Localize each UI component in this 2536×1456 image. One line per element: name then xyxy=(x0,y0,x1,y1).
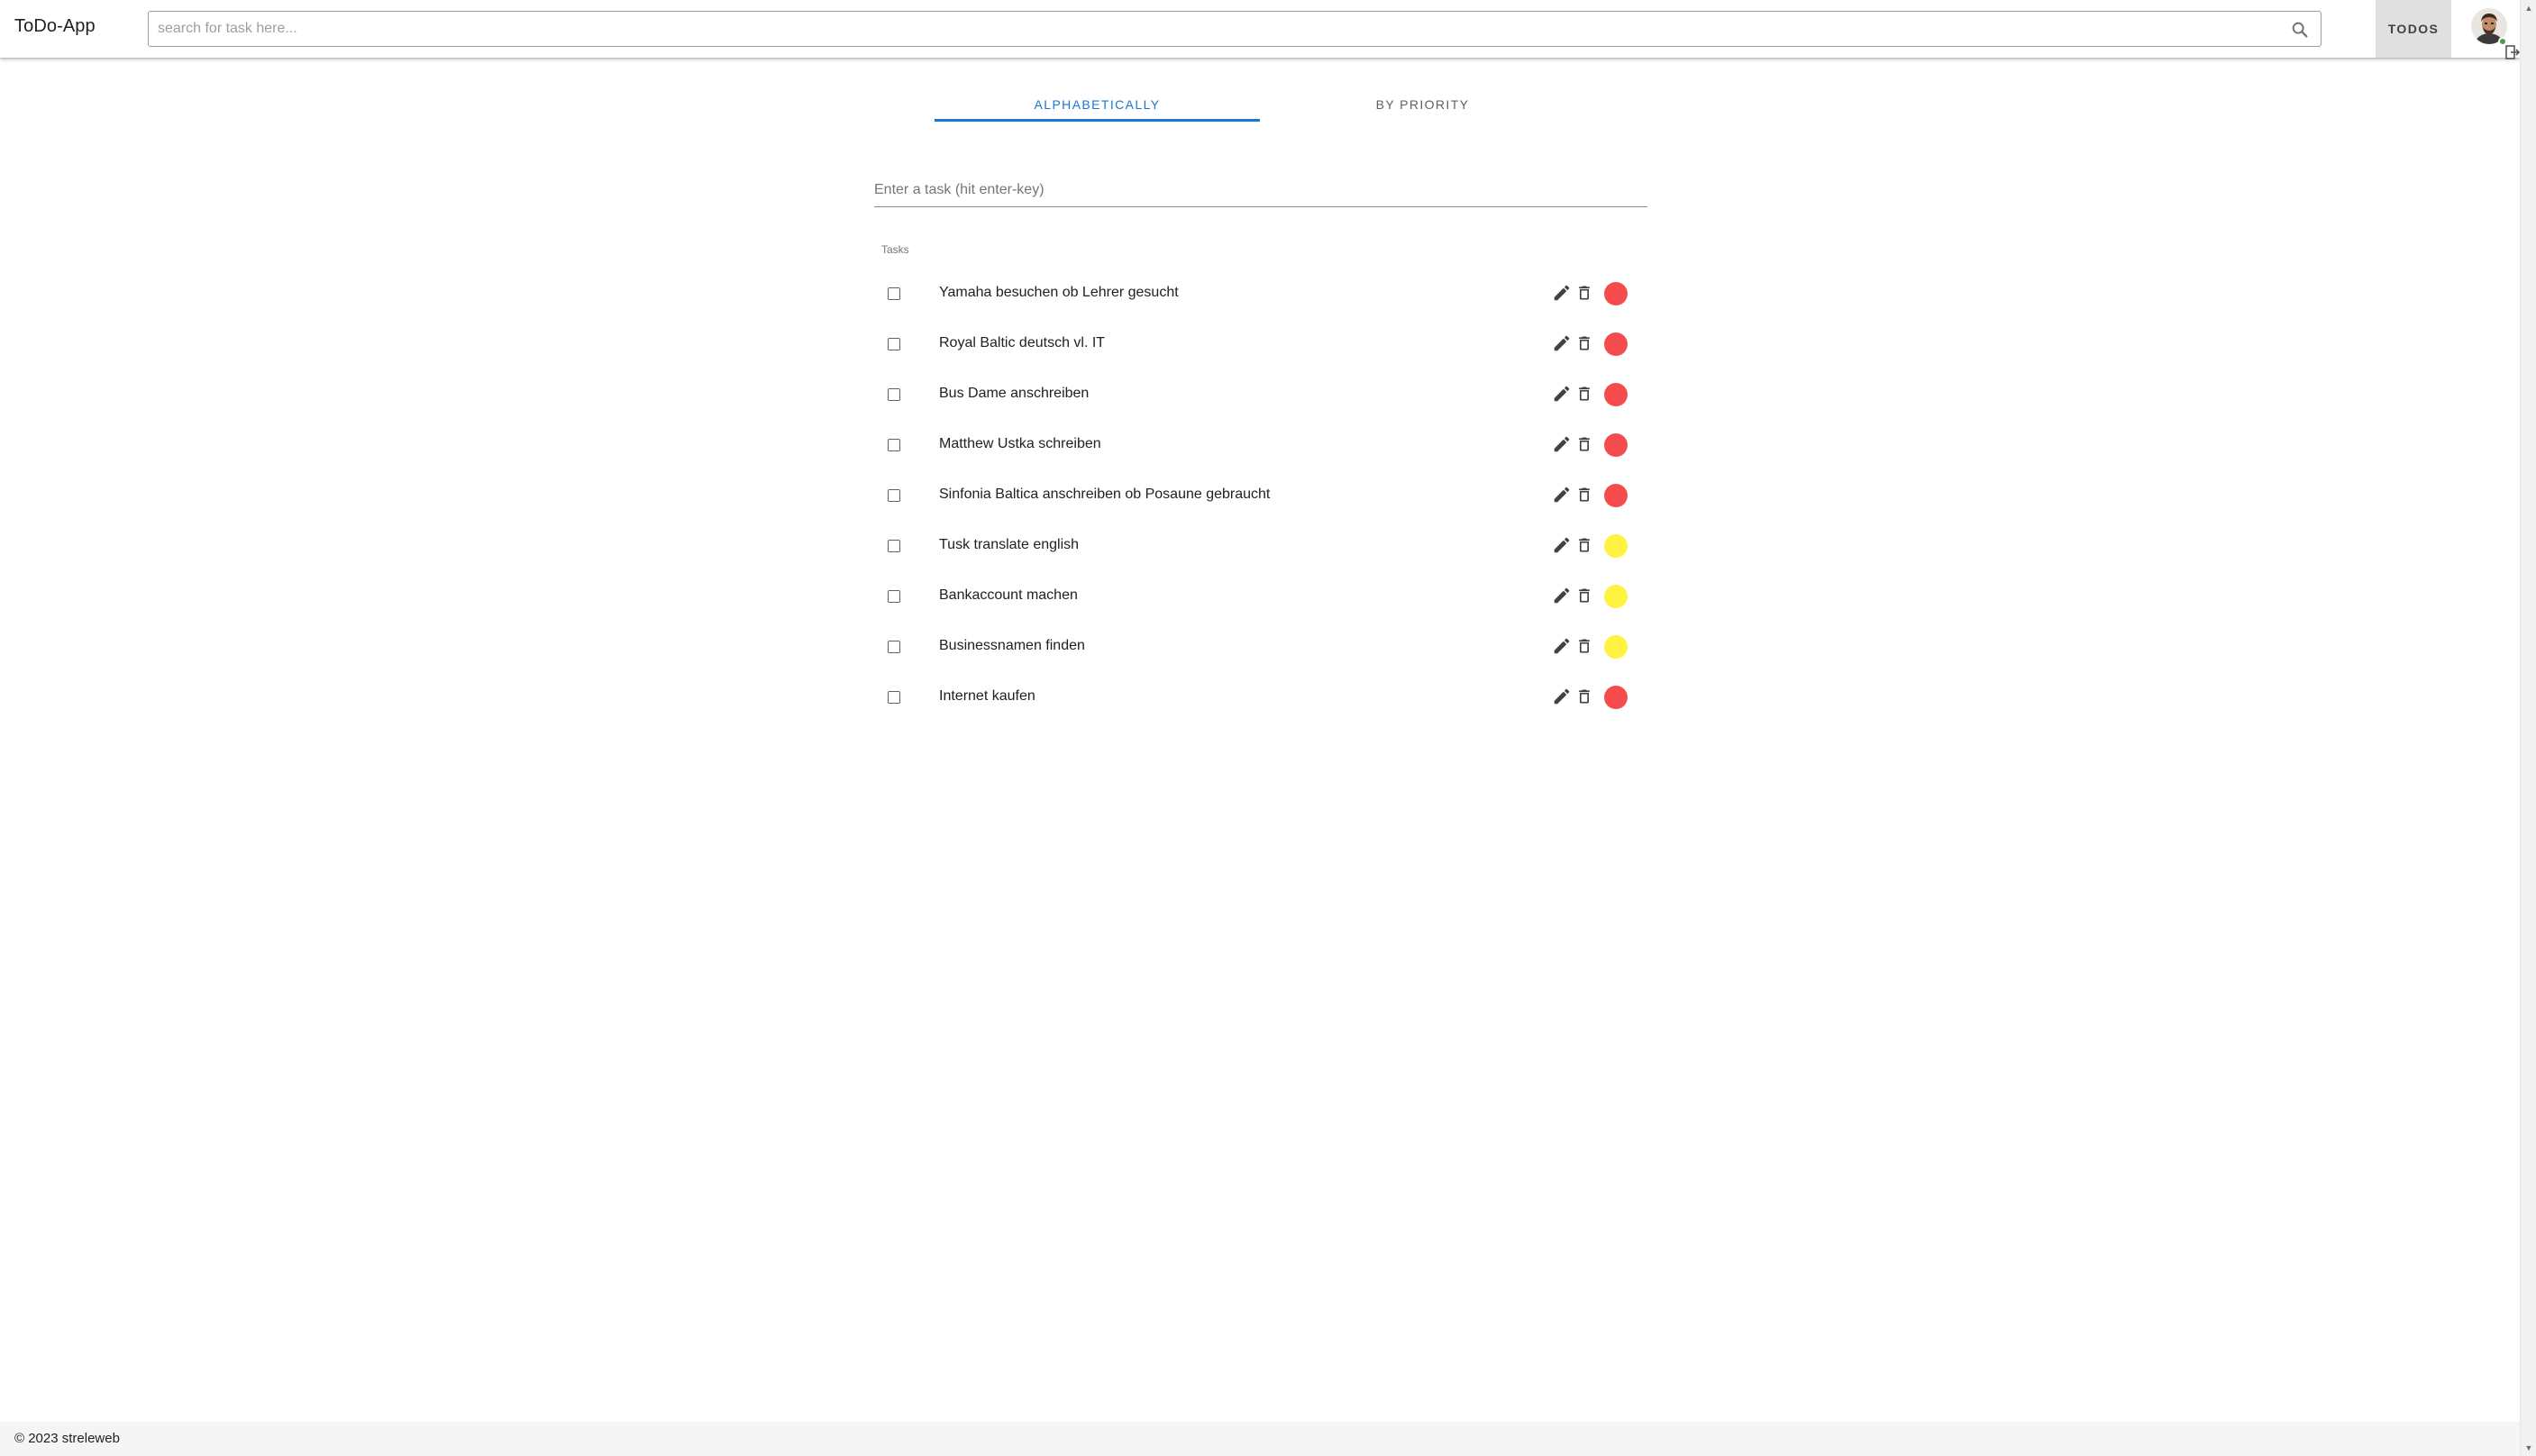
task-text: Yamaha besuchen ob Lehrer gesucht xyxy=(939,285,1179,300)
edit-icon[interactable] xyxy=(1552,535,1572,555)
task-row: Businessnamen finden xyxy=(874,622,1647,672)
task-text: Businessnamen finden xyxy=(939,638,1085,653)
priority-indicator[interactable] xyxy=(1604,686,1628,709)
vertical-scrollbar[interactable]: ▲ ▼ xyxy=(2520,0,2536,1456)
task-text: Matthew Ustka schreiben xyxy=(939,436,1101,451)
delete-icon[interactable] xyxy=(1575,283,1593,303)
task-checkbox[interactable] xyxy=(888,287,900,300)
delete-icon[interactable] xyxy=(1575,333,1593,353)
edit-icon[interactable] xyxy=(1552,636,1572,656)
logout-icon[interactable] xyxy=(2504,43,2522,61)
task-list: Yamaha besuchen ob Lehrer gesucht Royal B… xyxy=(874,268,1647,723)
delete-icon[interactable] xyxy=(1575,384,1593,404)
task-row: Royal Baltic deutsch vl. IT xyxy=(874,319,1647,369)
task-input-field[interactable] xyxy=(874,175,1647,207)
delete-icon[interactable] xyxy=(1575,586,1593,605)
task-row: Yamaha besuchen ob Lehrer gesucht xyxy=(874,268,1647,319)
search-input[interactable] xyxy=(158,12,2267,46)
task-checkbox[interactable] xyxy=(888,540,900,552)
scroll-down-arrow-icon[interactable]: ▼ xyxy=(2521,1440,2536,1456)
edit-icon[interactable] xyxy=(1552,485,1572,505)
task-row: Tusk translate english xyxy=(874,521,1647,571)
priority-indicator[interactable] xyxy=(1604,433,1628,457)
priority-indicator[interactable] xyxy=(1604,484,1628,507)
task-row: Bankaccount machen xyxy=(874,571,1647,622)
top-app-bar: ToDo-App TODOS xyxy=(0,0,2520,58)
task-checkbox[interactable] xyxy=(888,590,900,603)
task-checkbox[interactable] xyxy=(888,388,900,401)
task-text: Bus Dame anschreiben xyxy=(939,386,1090,401)
task-text: Bankaccount machen xyxy=(939,587,1078,603)
search-icon[interactable] xyxy=(2290,20,2310,40)
priority-indicator[interactable] xyxy=(1604,635,1628,659)
edit-icon[interactable] xyxy=(1552,283,1572,303)
priority-indicator[interactable] xyxy=(1604,383,1628,406)
priority-indicator[interactable] xyxy=(1604,534,1628,558)
scroll-up-arrow-icon[interactable]: ▲ xyxy=(2521,0,2536,16)
tab-by-priority[interactable]: BY PRIORITY xyxy=(1260,86,1585,123)
edit-icon[interactable] xyxy=(1552,586,1572,605)
priority-indicator[interactable] xyxy=(1604,282,1628,305)
active-tab-indicator xyxy=(935,119,1260,122)
edit-icon[interactable] xyxy=(1552,687,1572,706)
edit-icon[interactable] xyxy=(1552,384,1572,404)
priority-indicator[interactable] xyxy=(1604,332,1628,356)
task-checkbox[interactable] xyxy=(888,439,900,451)
task-row: Bus Dame anschreiben xyxy=(874,369,1647,420)
task-checkbox[interactable] xyxy=(888,338,900,350)
delete-icon[interactable] xyxy=(1575,434,1593,454)
search-box[interactable] xyxy=(148,11,2322,47)
priority-indicator[interactable] xyxy=(1604,585,1628,608)
delete-icon[interactable] xyxy=(1575,636,1593,656)
task-text: Royal Baltic deutsch vl. IT xyxy=(939,335,1106,350)
delete-icon[interactable] xyxy=(1575,535,1593,555)
task-row: Sinfonia Baltica anschreiben ob Posaune … xyxy=(874,470,1647,521)
task-checkbox[interactable] xyxy=(888,489,900,502)
footer: © 2023 streleweb xyxy=(0,1422,2520,1456)
footer-copyright: © 2023 streleweb xyxy=(14,1431,120,1446)
task-text: Sinfonia Baltica anschreiben ob Posaune … xyxy=(939,487,1271,502)
edit-icon[interactable] xyxy=(1552,333,1572,353)
page: ToDo-App TODOS ▲ xyxy=(0,0,2536,1456)
delete-icon[interactable] xyxy=(1575,687,1593,706)
task-input[interactable] xyxy=(874,175,1647,205)
tab-alphabetically[interactable]: ALPHABETICALLY xyxy=(935,86,1260,123)
tasks-header: Tasks xyxy=(881,243,909,256)
task-text: Internet kaufen xyxy=(939,688,1035,704)
edit-icon[interactable] xyxy=(1552,434,1572,454)
delete-icon[interactable] xyxy=(1575,485,1593,505)
task-checkbox[interactable] xyxy=(888,691,900,704)
task-row: Internet kaufen xyxy=(874,672,1647,723)
task-text: Tusk translate english xyxy=(939,537,1080,552)
task-row: Matthew Ustka schreiben xyxy=(874,420,1647,470)
nav-todos-button[interactable]: TODOS xyxy=(2376,0,2451,58)
task-checkbox[interactable] xyxy=(888,641,900,653)
app-title[interactable]: ToDo-App xyxy=(14,16,96,37)
